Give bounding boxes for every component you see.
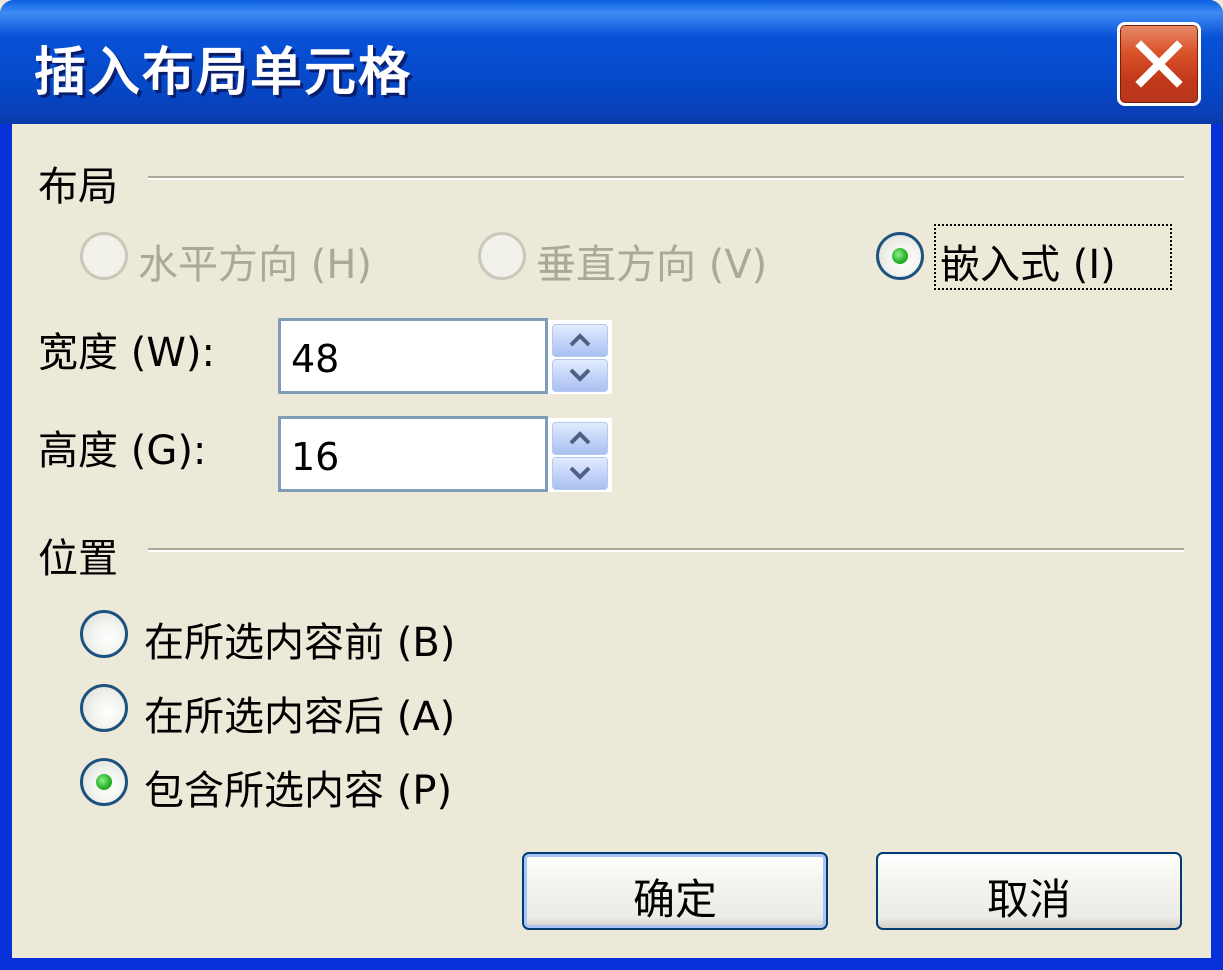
radio-selected-dot (892, 248, 908, 264)
radio-wrap-selection-label: 包含所选内容 (P) (144, 768, 453, 814)
close-button[interactable] (1117, 22, 1201, 106)
height-input[interactable]: 16 (278, 416, 548, 492)
radio-horizontal-label: 水平方向 (H) (138, 242, 373, 288)
height-label: 高度 (G): (38, 428, 207, 474)
radio-inline-label: 嵌入式 (I) (940, 242, 1116, 288)
radio-horizontal[interactable] (80, 232, 128, 280)
width-spin-up[interactable] (552, 324, 608, 357)
radio-before-selection[interactable] (80, 610, 128, 658)
width-input[interactable]: 48 (278, 318, 548, 394)
dialog-window: 插入布局单元格 布局 水平方向 (H) 垂直方向 (V) 嵌入式 (I) 宽度 … (0, 0, 1223, 970)
cancel-button[interactable]: 取消 (876, 852, 1182, 930)
radio-vertical[interactable] (478, 232, 526, 280)
height-spin-up[interactable] (552, 422, 608, 455)
width-label: 宽度 (W): (38, 330, 215, 376)
arrow-down-icon (569, 466, 591, 480)
arrow-up-icon (569, 333, 591, 347)
arrow-down-icon (569, 368, 591, 382)
cancel-button-label: 取消 (986, 875, 1071, 924)
arrow-up-icon (569, 431, 591, 445)
ok-button[interactable]: 确定 (522, 852, 828, 930)
radio-after-selection[interactable] (80, 684, 128, 732)
radio-before-selection-label: 在所选内容前 (B) (144, 620, 456, 666)
layout-section-divider (148, 176, 1184, 180)
width-spin-down[interactable] (552, 359, 608, 392)
position-section-divider (148, 548, 1184, 552)
radio-vertical-label: 垂直方向 (V) (536, 242, 768, 288)
position-section-heading: 位置 (38, 536, 118, 582)
close-icon (1135, 40, 1183, 88)
dialog-body: 布局 水平方向 (H) 垂直方向 (V) 嵌入式 (I) 宽度 (W): 48 … (12, 124, 1211, 958)
radio-selected-dot (96, 774, 112, 790)
radio-after-selection-label: 在所选内容后 (A) (144, 694, 456, 740)
ok-button-label: 确定 (632, 875, 717, 924)
height-spin-down[interactable] (552, 457, 608, 490)
radio-wrap-selection[interactable] (80, 758, 128, 806)
title-bar[interactable]: 插入布局单元格 (0, 0, 1223, 124)
dialog-title: 插入布局单元格 (34, 43, 413, 103)
radio-inline[interactable] (876, 232, 924, 280)
layout-section-heading: 布局 (38, 164, 118, 210)
height-spinner[interactable] (548, 418, 612, 492)
width-spinner[interactable] (548, 320, 612, 394)
